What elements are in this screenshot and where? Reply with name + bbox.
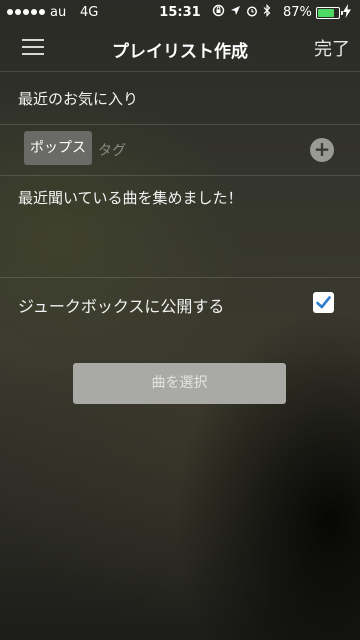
status-bar: au 4G 15:31 87% [0, 0, 360, 26]
description-field[interactable]: 最近聞いている曲を集めました！ [18, 187, 243, 208]
location-icon [230, 5, 241, 19]
playlist-name-field[interactable]: 最近のお気に入り [18, 88, 138, 109]
divider [0, 71, 360, 72]
plus-circle-icon[interactable]: + [310, 138, 334, 162]
page-title: プレイリスト作成 [112, 42, 248, 62]
tag-chip-pops[interactable]: ポップス [24, 131, 92, 165]
checkmark-icon [316, 296, 331, 309]
jukebox-publish-label: ジュークボックスに公開する [18, 297, 225, 316]
tag-input[interactable]: タグ [98, 140, 278, 160]
navigation-bar: プレイリスト作成 完了 [0, 26, 360, 70]
jukebox-publish-checkbox[interactable] [313, 292, 334, 313]
playlist-create-screen: au 4G 15:31 87% プレイリスト作成 完了 最近のお気に入り ポップ… [0, 0, 360, 640]
done-button[interactable]: 完了 [314, 35, 350, 61]
select-songs-button[interactable]: 曲を選択 [73, 363, 286, 404]
divider [0, 175, 360, 176]
divider [0, 277, 360, 278]
alarm-icon [246, 5, 258, 20]
battery-icon [316, 7, 343, 19]
battery-percent: 87% [283, 5, 312, 20]
bluetooth-icon [263, 4, 271, 20]
status-icons [212, 4, 271, 20]
divider [0, 124, 360, 125]
battery-fill [318, 9, 334, 17]
rotation-lock-icon [212, 4, 225, 20]
charging-icon [343, 4, 351, 21]
